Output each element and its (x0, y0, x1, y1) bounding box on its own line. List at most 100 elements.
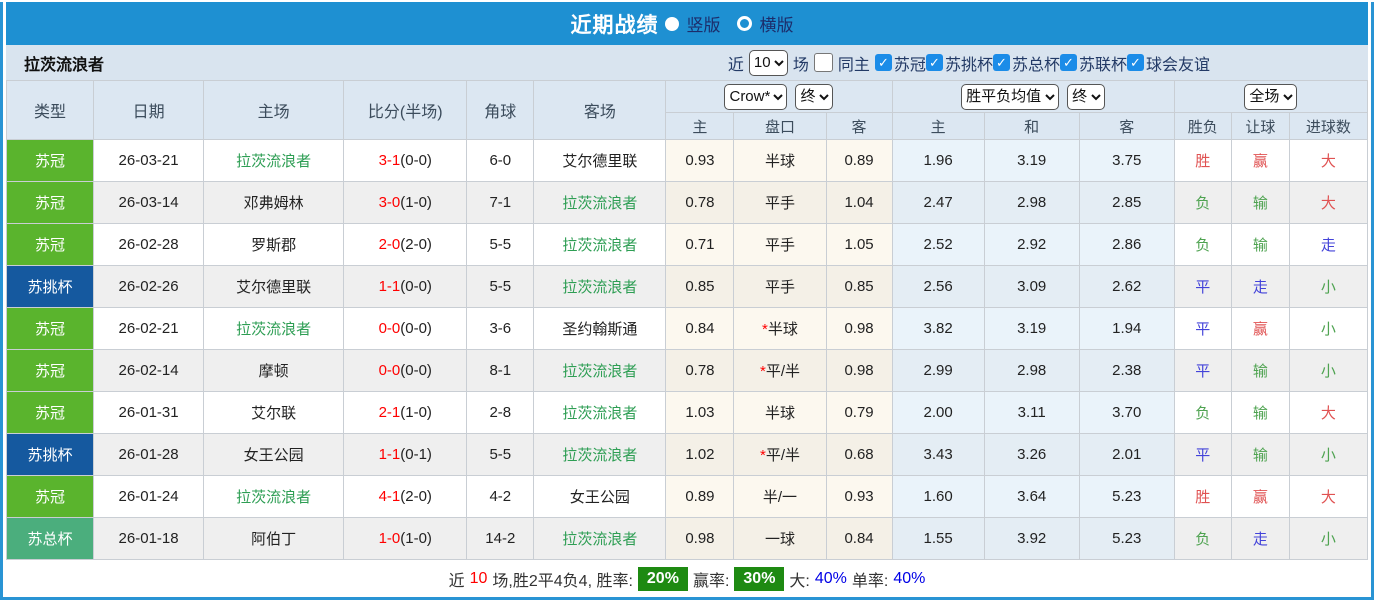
goals-result: 小 (1289, 350, 1367, 392)
avg-away-odds: 5.23 (1079, 476, 1174, 518)
away-team[interactable]: 圣约翰斯通 (534, 308, 666, 350)
col-crow-handicap: 盘口 (734, 113, 826, 140)
crow-away-odds: 1.04 (826, 182, 892, 224)
match-result: 平 (1174, 308, 1231, 350)
match-type-badge: 苏冠 (7, 308, 94, 350)
away-team[interactable]: 拉茨流浪者 (534, 266, 666, 308)
col-avg-draw: 和 (984, 113, 1079, 140)
crow-away-odds: 0.85 (826, 266, 892, 308)
avg-odds-stage-select[interactable]: 终 (1067, 84, 1105, 110)
vertical-layout-radio[interactable] (665, 17, 679, 31)
match-score: 1-1(0-1) (344, 434, 467, 476)
handicap-result: 赢 (1231, 140, 1289, 182)
handicap-line: *半球 (734, 308, 826, 350)
crow-away-odds: 0.68 (826, 434, 892, 476)
match-count-select[interactable]: 10 (749, 50, 788, 76)
home-team[interactable]: 拉茨流浪者 (204, 476, 344, 518)
match-date: 26-01-31 (94, 392, 204, 434)
match-score: 1-1(0-0) (344, 266, 467, 308)
competition-checkbox[interactable]: ✓ (993, 54, 1010, 71)
competition-checkbox[interactable]: ✓ (1060, 54, 1077, 71)
competition-filter-item[interactable]: ✓球会友谊 (1127, 51, 1210, 75)
avg-home-odds: 2.47 (892, 182, 984, 224)
away-team[interactable]: 拉茨流浪者 (534, 224, 666, 266)
near-label: 近 (728, 51, 744, 75)
home-team[interactable]: 艾尔德里联 (204, 266, 344, 308)
match-result: 平 (1174, 434, 1231, 476)
handicap-line: *平/半 (734, 350, 826, 392)
handicap-result: 输 (1231, 392, 1289, 434)
competition-filter-item[interactable]: ✓苏总杯 (993, 51, 1060, 75)
away-team[interactable]: 艾尔德里联 (534, 140, 666, 182)
away-team[interactable]: 拉茨流浪者 (534, 392, 666, 434)
handicap-line: 平手 (734, 266, 826, 308)
match-score: 1-0(1-0) (344, 518, 467, 560)
filter-controls: 近 10 场 同主 ✓苏冠✓苏挑杯✓苏总杯✓苏联杯✓球会友谊 (728, 50, 1210, 76)
col-home: 主场 (204, 81, 344, 140)
avg-home-odds: 2.00 (892, 392, 984, 434)
match-result: 负 (1174, 182, 1231, 224)
bookmaker-select[interactable]: Crow* (724, 84, 787, 110)
match-type-badge: 苏总杯 (7, 518, 94, 560)
home-team[interactable]: 阿伯丁 (204, 518, 344, 560)
match-type-badge: 苏冠 (7, 182, 94, 224)
horizontal-layout-label[interactable]: 横版 (760, 11, 794, 36)
same-home-checkbox[interactable] (814, 53, 833, 72)
away-team[interactable]: 女王公园 (534, 476, 666, 518)
away-team[interactable]: 拉茨流浪者 (534, 182, 666, 224)
away-team[interactable]: 拉茨流浪者 (534, 518, 666, 560)
col-handicap-result: 让球 (1231, 113, 1289, 140)
home-team[interactable]: 摩顿 (204, 350, 344, 392)
away-team[interactable]: 拉茨流浪者 (534, 350, 666, 392)
big-rate-label: 大: (789, 567, 809, 591)
competition-checkbox[interactable]: ✓ (1127, 54, 1144, 71)
competition-checkbox[interactable]: ✓ (926, 54, 943, 71)
crow-away-odds: 0.89 (826, 140, 892, 182)
col-away: 客场 (534, 81, 666, 140)
avg-odds-type-select[interactable]: 胜平负均值 (961, 84, 1059, 110)
match-type-badge: 苏冠 (7, 224, 94, 266)
page-title: 近期战绩 (571, 9, 659, 39)
home-team[interactable]: 拉茨流浪者 (204, 140, 344, 182)
col-score: 比分(半场) (344, 81, 467, 140)
corner-score: 14-2 (467, 518, 534, 560)
competition-filter-item[interactable]: ✓苏联杯 (1060, 51, 1127, 75)
full-match-select[interactable]: 全场 (1244, 84, 1297, 110)
corner-score: 7-1 (467, 182, 534, 224)
home-team[interactable]: 罗斯郡 (204, 224, 344, 266)
competition-filter-item[interactable]: ✓苏冠 (875, 51, 926, 75)
col-type: 类型 (7, 81, 94, 140)
match-score: 2-0(2-0) (344, 224, 467, 266)
home-team[interactable]: 拉茨流浪者 (204, 308, 344, 350)
table-row: 苏冠26-03-21拉茨流浪者3-1(0-0)6-0艾尔德里联0.93半球0.8… (7, 140, 1368, 182)
match-date: 26-01-28 (94, 434, 204, 476)
handicap-result: 输 (1231, 434, 1289, 476)
home-team[interactable]: 邓弗姆林 (204, 182, 344, 224)
vertical-layout-label[interactable]: 竖版 (687, 11, 721, 36)
team-name: 拉茨流浪者 (6, 51, 104, 75)
competition-checkbox[interactable]: ✓ (875, 54, 892, 71)
crow-away-odds: 0.84 (826, 518, 892, 560)
col-crow-away: 客 (826, 113, 892, 140)
horizontal-layout-radio[interactable] (737, 16, 752, 31)
crow-odds-stage-select[interactable]: 终 (795, 84, 833, 110)
competition-label: 球会友谊 (1146, 51, 1210, 75)
avg-draw-odds: 3.26 (984, 434, 1079, 476)
avg-draw-odds: 2.98 (984, 350, 1079, 392)
handicap-rate-badge: 30% (734, 567, 784, 591)
crow-home-odds: 0.78 (666, 350, 734, 392)
avg-home-odds: 3.82 (892, 308, 984, 350)
match-score: 0-0(0-0) (344, 350, 467, 392)
avg-away-odds: 2.86 (1079, 224, 1174, 266)
corner-score: 5-5 (467, 434, 534, 476)
home-team[interactable]: 女王公园 (204, 434, 344, 476)
match-result: 负 (1174, 392, 1231, 434)
goals-result: 大 (1289, 476, 1367, 518)
match-type-badge: 苏冠 (7, 140, 94, 182)
handicap-result: 走 (1231, 518, 1289, 560)
competition-filter-item[interactable]: ✓苏挑杯 (926, 51, 993, 75)
same-home-label: 同主 (838, 51, 870, 75)
col-avg-home: 主 (892, 113, 984, 140)
home-team[interactable]: 艾尔联 (204, 392, 344, 434)
away-team[interactable]: 拉茨流浪者 (534, 434, 666, 476)
